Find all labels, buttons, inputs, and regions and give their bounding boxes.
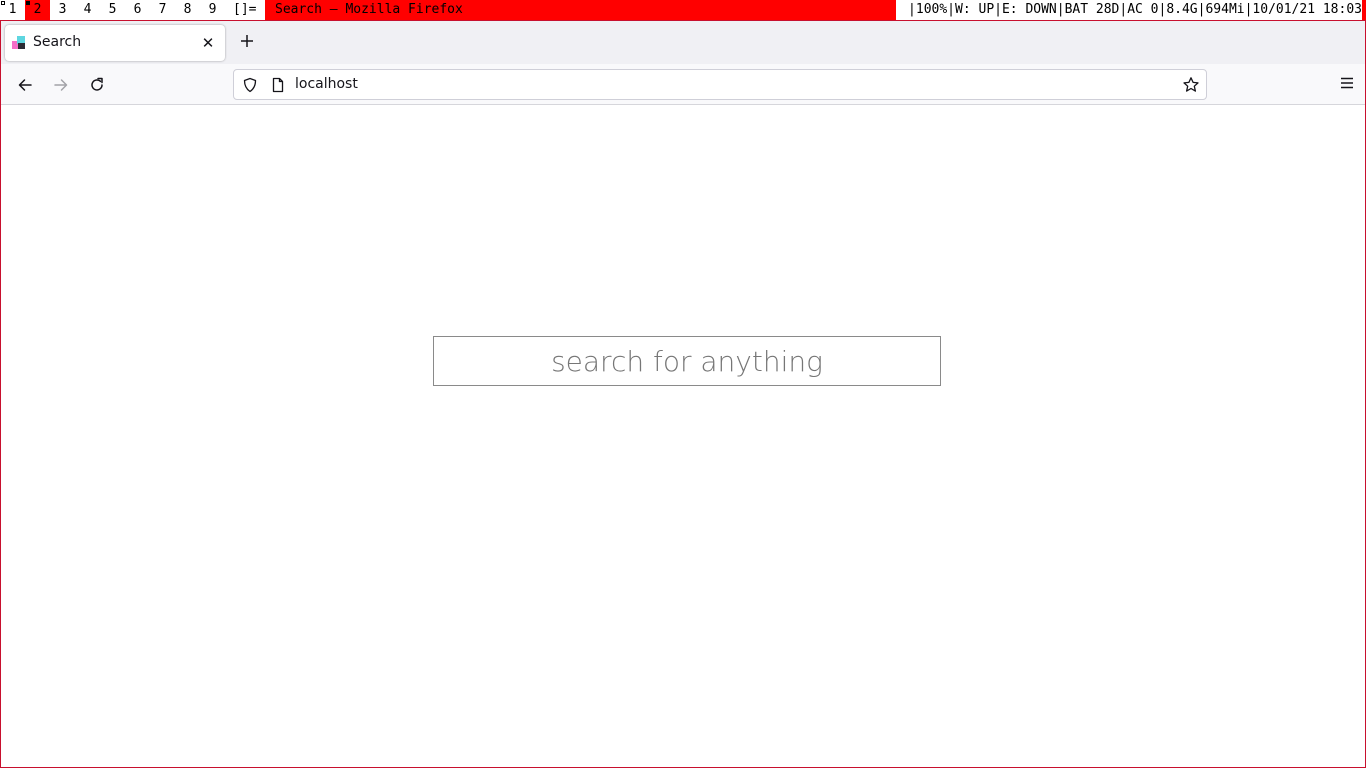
hamburger-menu-icon (1341, 77, 1353, 89)
workspace-tag-3[interactable]: 3 (50, 0, 75, 20)
tracking-protection-icon[interactable] (242, 77, 258, 97)
plus-icon (241, 35, 253, 47)
reload-button[interactable] (83, 71, 111, 99)
workspace-tag-1[interactable]: 1 (0, 0, 25, 20)
new-tab-button[interactable] (235, 29, 259, 53)
page-content (1, 106, 1365, 767)
search-input[interactable] (433, 336, 941, 386)
address-bar[interactable]: localhost (233, 69, 1207, 100)
forward-arrow-icon (54, 79, 68, 91)
star-icon[interactable] (1182, 76, 1200, 98)
tab-search[interactable]: Search ✕ (5, 25, 225, 61)
workspace-tag-5[interactable]: 5 (100, 0, 125, 20)
browser-window: Search ✕ localhost search for anything (0, 20, 1366, 768)
url-text[interactable]: localhost (295, 76, 358, 92)
workspace-tags: 1 2 3 4 5 6 7 8 9 []= (0, 0, 265, 20)
workspace-tag-4[interactable]: 4 (75, 0, 100, 20)
site-favicon-icon (12, 36, 28, 52)
layout-symbol[interactable]: []= (225, 0, 265, 20)
system-status: |100%|W: UP|E: DOWN|BAT 28D|AC 0|8.4G|69… (896, 0, 1362, 20)
reload-icon (91, 77, 103, 91)
window-title: Search — Mozilla Firefox (275, 2, 463, 17)
occupied-indicator (26, 1, 30, 5)
workspace-tag-6[interactable]: 6 (125, 0, 150, 20)
workspace-tag-8[interactable]: 8 (175, 0, 200, 20)
tab-strip: Search ✕ (1, 21, 1365, 64)
back-button[interactable] (11, 71, 39, 99)
workspace-tag-2[interactable]: 2 (25, 0, 50, 20)
status-bar: 1 2 3 4 5 6 7 8 9 []= Search — Mozilla F… (0, 0, 1366, 20)
occupied-indicator (1, 1, 5, 5)
close-icon[interactable]: ✕ (198, 33, 218, 53)
nav-toolbar: localhost (1, 64, 1365, 105)
page-icon[interactable] (270, 77, 286, 97)
forward-button[interactable] (47, 71, 75, 99)
back-arrow-icon (18, 79, 32, 91)
app-menu-button[interactable] (1339, 75, 1355, 95)
workspace-tag-9[interactable]: 9 (200, 0, 225, 20)
workspace-tag-7[interactable]: 7 (150, 0, 175, 20)
tab-title: Search (33, 34, 82, 50)
